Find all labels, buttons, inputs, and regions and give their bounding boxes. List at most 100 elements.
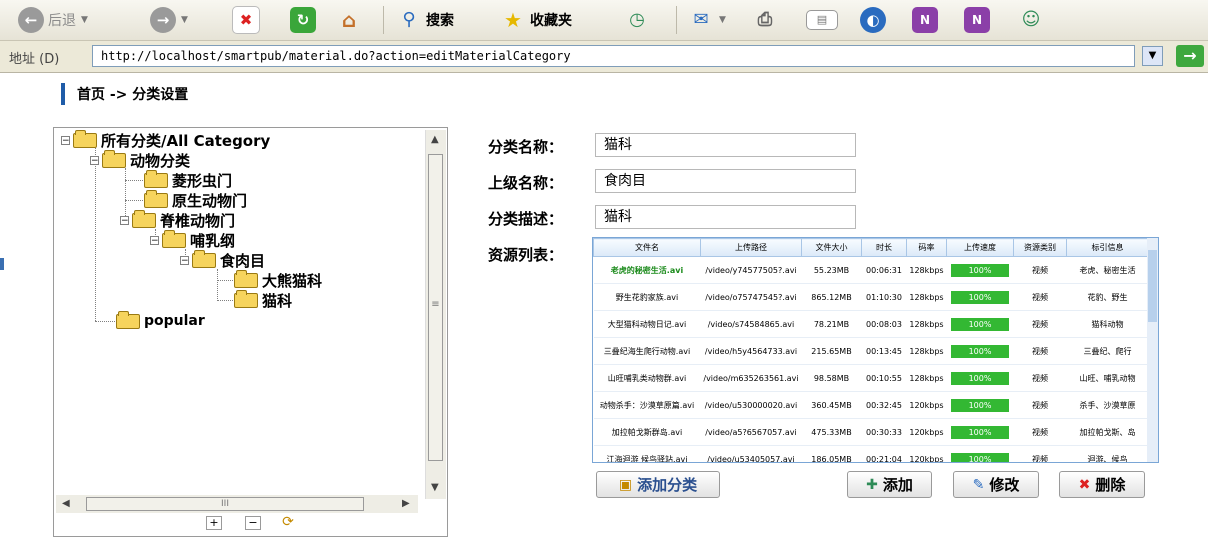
onenote-button[interactable]: N xyxy=(912,5,938,35)
edit-button[interactable]: ▤ xyxy=(806,5,838,35)
scroll-up-icon[interactable]: ▲ xyxy=(431,134,439,145)
collapse-icon[interactable]: − xyxy=(120,215,129,225)
messenger-button[interactable]: ◐ xyxy=(860,5,886,35)
table-cell-duration: 00:08:03 xyxy=(861,310,907,338)
table-cell-path: /video/y74577505?.avi xyxy=(700,256,802,284)
scroll-thumb[interactable] xyxy=(1148,250,1157,322)
column-header[interactable]: 上传速度 xyxy=(946,238,1014,257)
column-header[interactable]: 文件大小 xyxy=(801,238,862,257)
tree-node-carnivora[interactable]: − 食肉目 xyxy=(180,249,265,270)
scroll-thumb[interactable]: ≡ xyxy=(428,154,443,461)
column-header[interactable]: 标引信息 xyxy=(1066,238,1149,257)
onenote-icon: N xyxy=(912,7,938,33)
table-scrollbar[interactable] xyxy=(1147,238,1158,462)
go-button[interactable]: → xyxy=(1176,45,1204,67)
edit-page-icon: ▤ xyxy=(806,10,838,30)
search-button[interactable]: ⚲ 搜索 xyxy=(396,5,454,35)
table-cell-name: 三叠纪海生爬行动物.avi xyxy=(593,337,701,365)
home-button[interactable]: ⌂ xyxy=(336,5,362,35)
search-icon: ⚲ xyxy=(402,9,416,30)
scroll-right-icon[interactable]: ▶ xyxy=(402,498,410,509)
column-header[interactable]: 码率 xyxy=(906,238,947,257)
table-row[interactable]: 加拉帕戈斯群岛.avi/video/a5?6567057.avi 475.33MB… xyxy=(593,418,1149,446)
column-header[interactable]: 时长 xyxy=(861,238,907,257)
edit-icon: ✎ xyxy=(972,476,985,493)
delete-button[interactable]: ✖ 删除 xyxy=(1059,471,1145,498)
collapse-icon[interactable]: − xyxy=(180,255,189,265)
people-icon: ☺ xyxy=(1021,9,1041,30)
forward-button[interactable]: → ▼ xyxy=(150,5,188,35)
tree-node-popular[interactable]: popular xyxy=(116,310,205,331)
contacts-button[interactable]: ☺ xyxy=(1018,5,1044,35)
table-cell-bitrate: 120kbps xyxy=(906,391,947,419)
go-arrow-icon: → xyxy=(1183,46,1197,65)
expand-all-button[interactable]: + xyxy=(206,516,222,530)
table-cell-tags: 花豹、野生 xyxy=(1066,283,1149,311)
url-dropdown-button[interactable]: ▼ xyxy=(1142,46,1163,66)
tree-node-label: 哺乳纲 xyxy=(190,231,236,250)
url-input[interactable]: http://localhost/smartpub/material.do?ac… xyxy=(92,45,1135,67)
tree-node-protozoa[interactable]: 原生动物门 xyxy=(144,189,247,210)
folder-icon xyxy=(144,189,168,208)
tree-node-all-category[interactable]: − 所有分类/All Category xyxy=(61,129,270,150)
table-cell-name: 山旺哺乳类动物群.avi xyxy=(593,364,701,392)
table-cell-path: /video/u530000020.avi xyxy=(700,391,802,419)
table-row[interactable]: 动物杀手：沙漠草原篇.avi/video/u530000020.avi 360.4… xyxy=(593,391,1149,419)
tree-horizontal-scrollbar[interactable]: ◀ III ▶ xyxy=(56,495,418,513)
onenote-button-2[interactable]: N xyxy=(964,5,990,35)
history-button[interactable]: ◷ xyxy=(624,5,650,35)
tree-vertical-scrollbar[interactable]: ▲ ≡ ▼ xyxy=(425,130,446,499)
table-cell-tags: 三叠纪、爬行 xyxy=(1066,337,1149,365)
table-cell-size: 215.65MB xyxy=(801,337,862,365)
scroll-down-icon[interactable]: ▼ xyxy=(431,482,439,493)
button-label: 修改 xyxy=(989,476,1020,494)
category-name-label: 分类名称： xyxy=(488,138,564,156)
collapse-icon[interactable]: − xyxy=(150,235,159,245)
scroll-thumb[interactable]: III xyxy=(86,497,364,511)
tree-node-mammalia[interactable]: − 哺乳纲 xyxy=(150,229,236,250)
edit-button[interactable]: ✎ 修改 xyxy=(953,471,1039,498)
favorites-button[interactable]: ★ 收藏夹 xyxy=(500,5,572,35)
tree-node-rhombozoa[interactable]: 菱形虫门 xyxy=(144,169,232,190)
column-header[interactable]: 上传路径 xyxy=(700,238,802,257)
add-button[interactable]: ✚ 添加 xyxy=(847,471,932,498)
collapse-all-button[interactable]: − xyxy=(245,516,261,530)
table-row[interactable]: 老虎的秘密生活.avi/video/y74577505?.avi 55.23MB 0… xyxy=(593,256,1149,284)
category-name-input[interactable]: 猫科 xyxy=(595,133,856,157)
table-row[interactable]: 山旺哺乳类动物群.avi/video/m635263561.avi 98.58MB… xyxy=(593,364,1149,392)
parent-name-input[interactable]: 食肉目 xyxy=(595,169,856,193)
table-cell-duration: 00:06:31 xyxy=(861,256,907,284)
refresh-tree-button[interactable]: ⟳ xyxy=(280,515,296,530)
stop-button[interactable]: ✖ xyxy=(232,5,260,35)
plus-icon: + xyxy=(209,516,219,529)
tree-node-felidae[interactable]: 猫科 xyxy=(234,289,292,310)
tree-node-ailuropodidae[interactable]: 大熊猫科 xyxy=(234,269,322,290)
collapse-icon[interactable]: − xyxy=(90,155,99,165)
tree-node-vertebrata[interactable]: − 脊椎动物门 xyxy=(120,209,235,230)
table-cell-duration: 00:13:45 xyxy=(861,337,907,365)
table-row[interactable]: 野生花豹家族.avi/video/o75747545?.avi 865.12MB 0… xyxy=(593,283,1149,311)
table-row[interactable]: 大型猫科动物日记.avi/video/s74584865.avi 78.21MB 0… xyxy=(593,310,1149,338)
table-cell-path: /video/h5y4564733.avi xyxy=(700,337,802,365)
folder-open-icon xyxy=(102,149,126,168)
table-row[interactable]: 三叠纪海生爬行动物.avi/video/h5y4564733.avi 215.65… xyxy=(593,337,1149,365)
table-cell-category: 视频 xyxy=(1013,445,1067,462)
print-button[interactable]: ⎙ xyxy=(752,5,778,35)
table-row[interactable]: 江海迴游 候鸟驿站.avi/video/u53405057.avi 186.05M… xyxy=(593,445,1149,462)
collapse-icon[interactable]: − xyxy=(61,135,70,145)
category-desc-input[interactable]: 猫科 xyxy=(595,205,856,229)
plus-icon: ✚ xyxy=(866,476,878,493)
browser-toolbar: ← 后退 ▼ → ▼ ✖ ↻ ⌂ ⚲ 搜索 ★ 收藏夹 ◷ ✉ ▼ ⎙ ▤ ◐ … xyxy=(0,0,1208,41)
mail-button[interactable]: ✉ ▼ xyxy=(688,5,725,35)
upload-progress-bar: 100% xyxy=(951,398,1009,412)
tree-node-animal[interactable]: − 动物分类 xyxy=(90,149,190,170)
folder-icon xyxy=(116,310,140,329)
refresh-button[interactable]: ↻ xyxy=(290,5,316,35)
add-category-button[interactable]: ▣ 添加分类 xyxy=(596,471,720,498)
back-button[interactable]: ← 后退 ▼ xyxy=(18,5,88,35)
table-cell-size: 865.12MB xyxy=(801,283,862,311)
column-header[interactable]: 文件名 xyxy=(593,238,701,257)
scroll-left-icon[interactable]: ◀ xyxy=(62,498,70,509)
column-header[interactable]: 资源类别 xyxy=(1013,238,1067,257)
table-cell-bitrate: 128kbps xyxy=(906,256,947,284)
